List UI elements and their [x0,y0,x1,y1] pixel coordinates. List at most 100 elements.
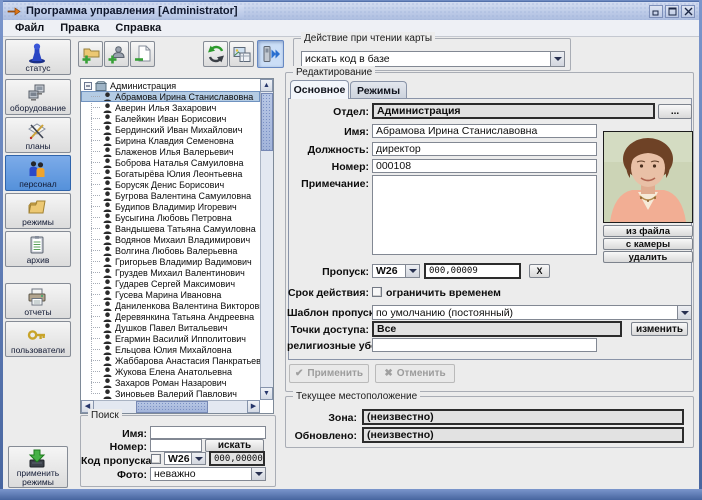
title-bar[interactable]: Программа управления [Administrator] [3,2,699,20]
limit-time-checkbox[interactable] [372,287,382,297]
tree-person-row[interactable]: Бирина Клавдия Семеновна [81,135,260,146]
tree-person-row[interactable]: Блаженов Илья Валерьевич [81,146,260,157]
chevron-down-icon[interactable] [677,306,691,319]
tree-person-row[interactable]: Богатырёва Юлия Леонтьевна [81,168,260,179]
tree-person-row[interactable]: Будипов Владимир Игоревич [81,201,260,212]
pass-format-combobox[interactable]: W26 [372,264,420,278]
menu-file[interactable]: Файл [7,21,52,35]
tree-expand-handle[interactable] [84,82,92,90]
tree-person-row[interactable]: Егармин Василий Ипполитович [81,333,260,344]
add-department-button[interactable] [78,41,103,67]
tree-person-row[interactable]: Бердинский Иван Михайлович [81,124,260,135]
tree-person-row[interactable]: Душков Павел Витальевич [81,322,260,333]
tree-person-row[interactable]: Захаров Роман Назарович [81,377,260,388]
tree-person-row[interactable]: Жаббарова Анастасия Панкратьевна [81,355,260,366]
search-passcode-format-combobox[interactable]: W26 [164,452,206,465]
scroll-up-icon[interactable]: ▲ [260,79,273,92]
tree-root-row[interactable]: Администрация [81,80,260,91]
tree-person-row[interactable]: Бусыгина Любовь Петровна [81,212,260,223]
sidebar-item-reports[interactable]: отчеты [5,283,71,319]
minimize-button[interactable] [649,5,663,18]
tree-person-row[interactable]: Зиновьев Валерий Павлович [81,388,260,399]
sidebar-item-equipment[interactable]: оборудование [5,79,71,115]
tree-person-row[interactable]: Балейкин Иван Борисович [81,113,260,124]
department-name: Администрация [110,81,176,91]
search-passcode-input[interactable]: 000,00000 [209,451,265,466]
access-points-label: Точки доступа: [287,324,369,336]
add-person-button[interactable] [104,41,129,67]
tree-person-row[interactable]: Гусева Марина Ивановна [81,289,260,300]
scroll-down-icon[interactable]: ▼ [260,387,273,400]
access-points-change-button[interactable]: изменить [631,322,688,336]
tree-person-row[interactable]: Водянов Михаил Владимирович [81,234,260,245]
tree-connector [91,195,100,196]
card-reader-toggle-button[interactable] [257,40,284,68]
number-field[interactable]: 000108 [372,159,597,173]
person-name: Бирина Клавдия Семеновна [115,136,234,146]
cancel-button[interactable]: ✖ Отменить [375,364,455,383]
tab-main[interactable]: Основное [290,80,349,99]
close-button[interactable] [681,5,695,18]
search-passcode-checkbox[interactable] [151,454,161,464]
position-label: Должность: [287,144,369,156]
tree-person-row[interactable]: Деревянкина Татьяна Андреевна [81,311,260,322]
apply-modes-button[interactable]: применить режимы [8,446,68,488]
sidebar-item-personnel[interactable]: персонал [5,155,71,191]
sidebar-item-status[interactable]: статус [5,39,71,75]
tree-person-row[interactable]: Бугрова Валентина Самуиловна [81,190,260,201]
pass-template-combobox[interactable]: по умолчанию (постоянный) [372,305,692,320]
pass-clear-button[interactable]: X [529,264,550,278]
note-textarea[interactable] [372,175,597,255]
remove-button[interactable] [130,41,155,67]
export-button[interactable] [229,41,254,67]
tab-modes[interactable]: Режимы [350,81,407,99]
search-name-input[interactable] [150,426,266,439]
menu-help[interactable]: Справка [107,21,169,35]
tree-person-row[interactable]: Абрамова Ирина Станиславовна [81,91,260,102]
tree-person-row[interactable]: Ельцова Юлия Михайловна [81,344,260,355]
tree-person-row[interactable]: Аверин Илья Захарович [81,102,260,113]
tree-person-row[interactable]: Жукова Елена Анатольевна [81,366,260,377]
search-photo-combobox[interactable]: неважно [150,467,266,481]
tree-person-row[interactable]: Григорьев Владимир Вадимович [81,256,260,267]
sidebar-item-plans[interactable]: планы [5,117,71,153]
sidebar-item-users[interactable]: пользователи [5,321,71,357]
person-icon [103,290,112,300]
vertical-scroll-thumb[interactable] [261,93,273,151]
tree-person-row[interactable]: Груздев Михаил Валентинович [81,267,260,278]
sidebar-item-modes[interactable]: режимы [5,193,71,229]
card-action-combobox[interactable]: искать код в базе [301,51,565,67]
tree-person-row[interactable]: Волгина Любовь Валерьевна [81,245,260,256]
tree-person-row[interactable]: Гударев Сергей Максимович [81,278,260,289]
search-number-input[interactable] [150,439,202,452]
photo-from-camera-button[interactable]: с камеры [603,238,693,250]
position-field[interactable]: директор [372,142,597,156]
limit-time-checkbox-label[interactable]: ограничить временем [386,287,526,299]
person-icon [103,158,112,168]
chevron-down-icon[interactable] [550,52,564,66]
photo-from-file-button[interactable]: из файла [603,225,693,237]
person-name: Абрамова Ирина Станиславовна [115,92,253,102]
tree-person-row[interactable]: Боброва Наталья Самуиловна [81,157,260,168]
sidebar-item-archive[interactable]: архив [5,231,71,267]
religion-field[interactable] [372,338,597,352]
tree-vertical-scrollbar[interactable]: ▲ ▼ [260,79,273,400]
department-browse-button[interactable]: ... [658,104,692,119]
scroll-right-icon[interactable]: ▶ [247,400,260,413]
menu-edit[interactable]: Правка [52,21,107,35]
tree-person-row[interactable]: Даниленкова Валентина Викторовна [81,300,260,311]
photo-delete-button[interactable]: удалить [603,251,693,263]
name-field[interactable]: Абрамова Ирина Станиславовна [372,124,597,138]
refresh-button[interactable] [203,41,228,67]
apply-button[interactable]: ✔ Применить [289,364,369,383]
tree-person-row[interactable]: Вандышева Татьяна Самуиловна [81,223,260,234]
chevron-down-icon[interactable] [405,265,419,277]
tree-person-row[interactable]: Борусяк Денис Борисович [81,179,260,190]
horizontal-scroll-thumb[interactable] [136,401,208,413]
maximize-button[interactable] [665,5,679,18]
chevron-down-icon[interactable] [191,453,205,464]
pass-template-value: по умолчанию (постоянный) [373,306,677,319]
pass-code-input[interactable]: 000,00009 [424,263,521,279]
chevron-down-icon[interactable] [251,468,265,480]
sidebar-label: архив [27,256,50,265]
